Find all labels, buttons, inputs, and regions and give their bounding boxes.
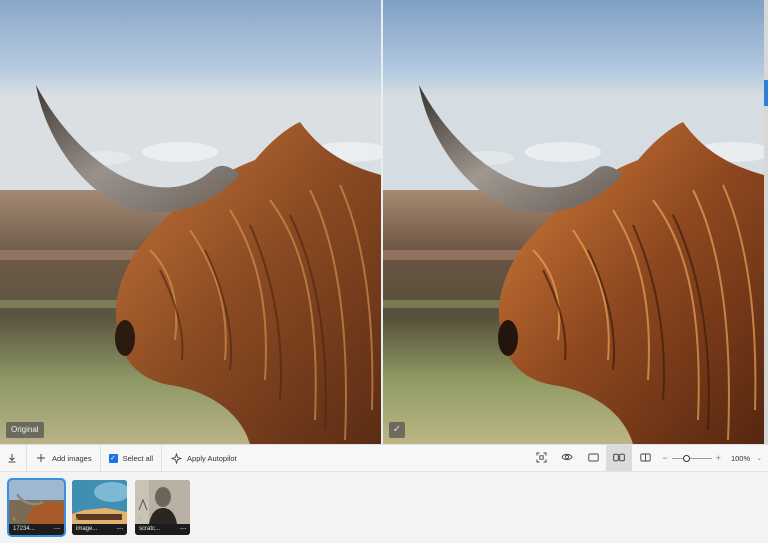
export-button[interactable] (0, 445, 27, 471)
apply-autopilot-button[interactable]: Apply Autopilot (162, 445, 245, 471)
eye-icon (561, 452, 573, 464)
add-images-label: Add images (52, 453, 92, 463)
add-images-button[interactable]: Add images (27, 445, 101, 471)
processed-check-badge: ✓ (389, 422, 405, 438)
more-options-icon[interactable]: ··· (117, 524, 124, 535)
more-options-icon[interactable]: ··· (54, 524, 61, 535)
image-preview: Original ✓ (0, 0, 764, 444)
zoom-out-button[interactable]: − (662, 453, 667, 463)
original-photo (0, 0, 381, 444)
single-view-button[interactable] (580, 445, 606, 471)
thumbnail-image (9, 480, 64, 524)
download-icon (6, 452, 18, 464)
single-view-icon (588, 453, 599, 464)
original-pane[interactable]: Original (0, 0, 381, 444)
vertical-scrollbar[interactable] (764, 0, 768, 444)
plus-icon (35, 452, 47, 464)
side-by-side-view-button[interactable] (606, 445, 633, 471)
side-by-side-icon (613, 453, 626, 464)
view-controls: − + 100% ⌄ (528, 445, 768, 471)
edited-indicator-icon: ✎ (138, 517, 143, 523)
bottom-toolbar: Add images ✓ Select all Apply Autopilot (0, 444, 768, 472)
split-view-icon (640, 453, 651, 464)
filmstrip-item-1[interactable]: ✎ 17234... ··· (9, 480, 64, 535)
crop-focus-button[interactable] (528, 445, 554, 471)
split-view-button[interactable] (632, 445, 658, 471)
zoom-slider-track (671, 457, 712, 459)
filmstrip-item-3[interactable]: ✎ scratc... ··· (135, 480, 190, 535)
edited-indicator-icon: ✎ (75, 517, 80, 523)
edited-indicator-icon: ✎ (12, 517, 17, 523)
preview-toggle-button[interactable] (554, 445, 580, 471)
select-all-label: Select all (122, 453, 154, 463)
checkbox-checked-icon: ✓ (108, 453, 118, 463)
select-all-checkbox[interactable]: ✓ Select all (101, 445, 163, 471)
zoom-level-dropdown[interactable]: 100% (731, 454, 750, 463)
apply-autopilot-label: Apply Autopilot (187, 453, 237, 463)
scrollbar-thumb[interactable] (764, 80, 768, 106)
processed-pane[interactable]: ✓ (383, 0, 764, 444)
chevron-down-icon[interactable]: ⌄ (756, 454, 762, 462)
processed-photo (383, 0, 764, 444)
zoom-in-button[interactable]: + (716, 453, 721, 463)
thumbnail-image (72, 480, 127, 524)
zoom-control: − + 100% ⌄ (658, 453, 768, 463)
filmstrip: ✎ 17234... ··· ✎ image... ··· ✎ scratc..… (0, 472, 768, 543)
filmstrip-item-2[interactable]: ✎ image... ··· (72, 480, 127, 535)
sparkle-icon (170, 452, 182, 464)
original-label: Original (6, 422, 44, 438)
zoom-slider[interactable] (671, 453, 712, 463)
app-window: Original ✓ Add images ✓ Select all Apply… (0, 0, 768, 543)
crop-focus-icon (536, 452, 547, 465)
zoom-slider-knob[interactable] (683, 454, 691, 462)
thumbnail-image (135, 480, 190, 524)
more-options-icon[interactable]: ··· (180, 524, 187, 535)
